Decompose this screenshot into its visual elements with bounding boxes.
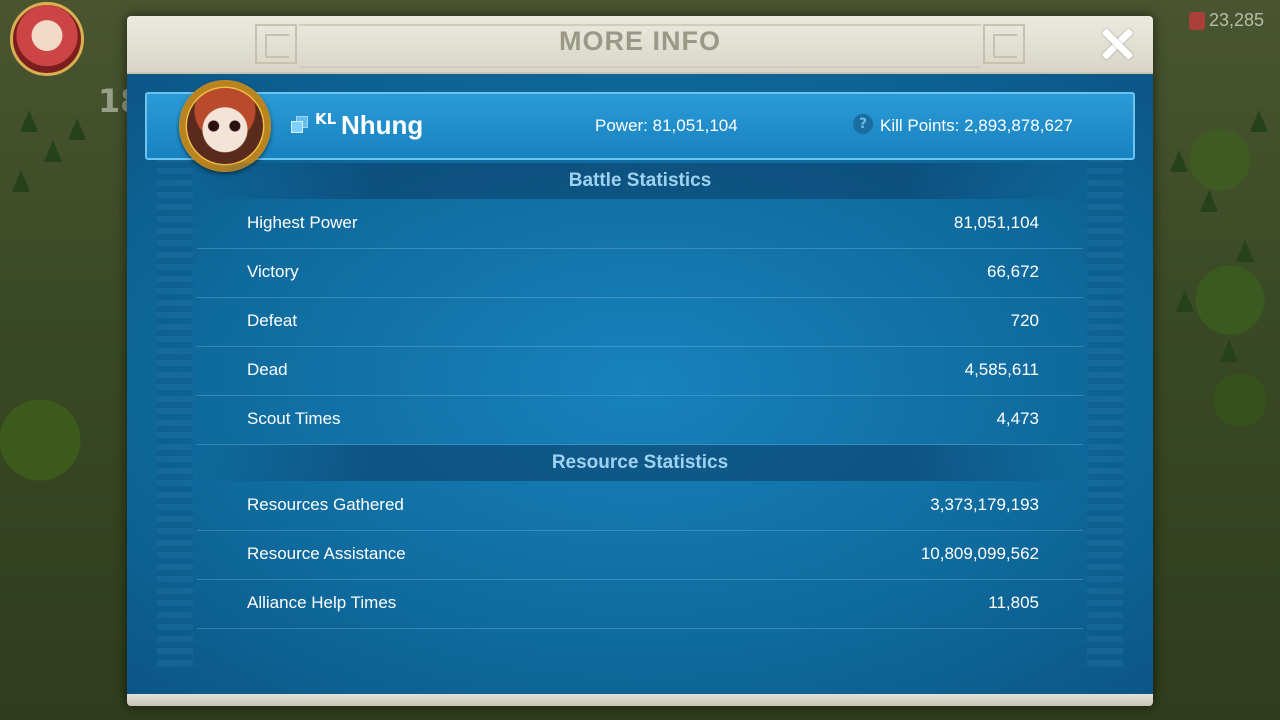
gem-icon [1188, 12, 1205, 31]
more-info-dialog: MORE INFO KL Nhung Power: 81,051,104 ? K… [127, 16, 1153, 706]
tree [1236, 240, 1254, 262]
alliance-tag: KL [315, 110, 337, 128]
player-avatar[interactable] [179, 80, 271, 172]
commander-portrait [187, 88, 263, 164]
stat-value: 3,373,179,193 [930, 495, 1039, 514]
battle-statistics-heading: Battle Statistics [197, 163, 1083, 199]
kill-points: Kill Points: 2,893,878,627 [880, 116, 1073, 135]
stat-value: 720 [1010, 311, 1039, 330]
stat-value: 4,473 [996, 409, 1039, 428]
stat-row-scout-times: Scout Times 4,473 [197, 396, 1083, 445]
stat-label: Dead [247, 360, 288, 379]
ornament-border-left [157, 108, 193, 668]
tree [1176, 290, 1194, 312]
stat-row-dead: Dead 4,585,611 [197, 347, 1083, 396]
tree [1220, 340, 1238, 362]
stat-value: 66,672 [987, 262, 1039, 281]
stat-row-alliance-help-times: Alliance Help Times 11,805 [197, 580, 1083, 629]
stat-label: Resource Assistance [247, 544, 406, 563]
tree [68, 118, 86, 140]
stat-row-defeat: Defeat 720 [197, 298, 1083, 347]
stat-label: Defeat [247, 311, 298, 330]
stat-row-resource-assistance: Resource Assistance 10,809,099,562 [197, 531, 1083, 580]
close-icon[interactable] [1099, 26, 1135, 62]
stat-label: Alliance Help Times [247, 593, 397, 612]
stat-row-highest-power: Highest Power 81,051,104 [197, 200, 1083, 249]
tree [20, 110, 38, 132]
tree [1200, 190, 1218, 212]
ornament-border-right [1087, 108, 1123, 668]
resource-statistics-heading: Resource Statistics [197, 445, 1083, 481]
stat-value: 11,805 [988, 593, 1039, 612]
gems-counter[interactable]: 23,285 [1188, 10, 1264, 31]
stat-value: 10,809,099,562 [920, 544, 1039, 563]
tree [12, 170, 30, 192]
help-icon[interactable]: ? [853, 114, 873, 134]
stat-label: Resources Gathered [247, 495, 404, 514]
stat-label: Highest Power [247, 213, 358, 232]
stat-label: Scout Times [247, 409, 341, 428]
copy-icon[interactable] [291, 116, 308, 133]
stat-value: 81,051,104 [953, 213, 1039, 232]
gems-value: 23,285 [1208, 10, 1264, 30]
dialog-bottom-edge [127, 694, 1153, 706]
governor-avatar[interactable] [10, 2, 84, 76]
stat-value: 4,585,611 [964, 360, 1039, 379]
tree [1170, 150, 1188, 172]
stat-row-victory: Victory 66,672 [197, 249, 1083, 298]
stat-label: Victory [247, 262, 299, 281]
tree [44, 140, 62, 162]
dialog-title: MORE INFO [559, 26, 721, 56]
dialog-header: MORE INFO [127, 16, 1153, 74]
tree [1250, 110, 1268, 132]
player-power: Power: 81,051,104 [595, 116, 738, 135]
stat-row-resources-gathered: Resources Gathered 3,373,179,193 [197, 482, 1083, 531]
player-name: Nhung [341, 110, 424, 140]
